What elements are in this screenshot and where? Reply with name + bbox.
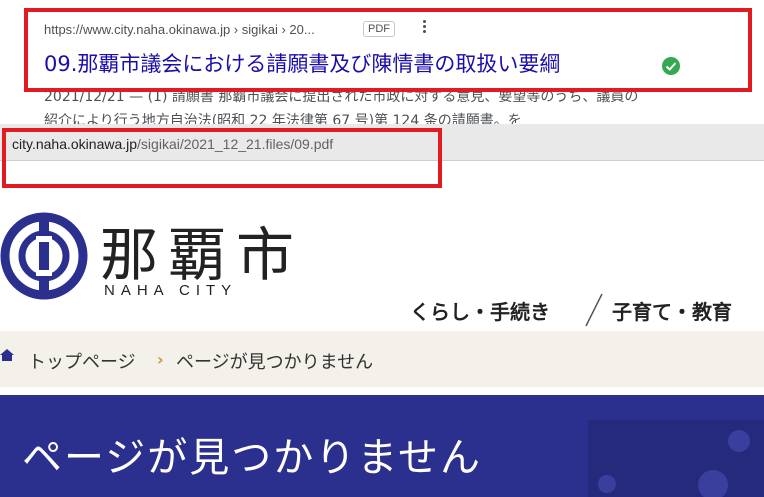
site-logo-english: NAHA CITY (104, 282, 238, 299)
page-title: ページが見つかりません (22, 435, 482, 481)
site-logo-kanji[interactable]: 那覇市 (100, 208, 304, 292)
home-icon[interactable] (0, 348, 14, 362)
banner-decoration (588, 420, 764, 497)
breadcrumb-current: ページが見つかりません (176, 352, 374, 373)
result-snippet-line-2: 紹介により行う地方自治法(昭和 22 年法律第 67 号)第 124 条の請願書… (44, 113, 522, 124)
naha-city-emblem-icon[interactable] (0, 210, 92, 302)
breadcrumb-chevron-icon: › (157, 350, 164, 369)
highlight-box-address-bar (2, 128, 442, 188)
breadcrumb-top-page[interactable]: トップページ (28, 348, 136, 374)
nav-divider (585, 293, 603, 327)
highlight-box-search-result (24, 8, 752, 92)
nav-item-living[interactable]: くらし・手続き (410, 296, 550, 325)
nav-item-education[interactable]: 子育て・教育 (612, 296, 732, 325)
